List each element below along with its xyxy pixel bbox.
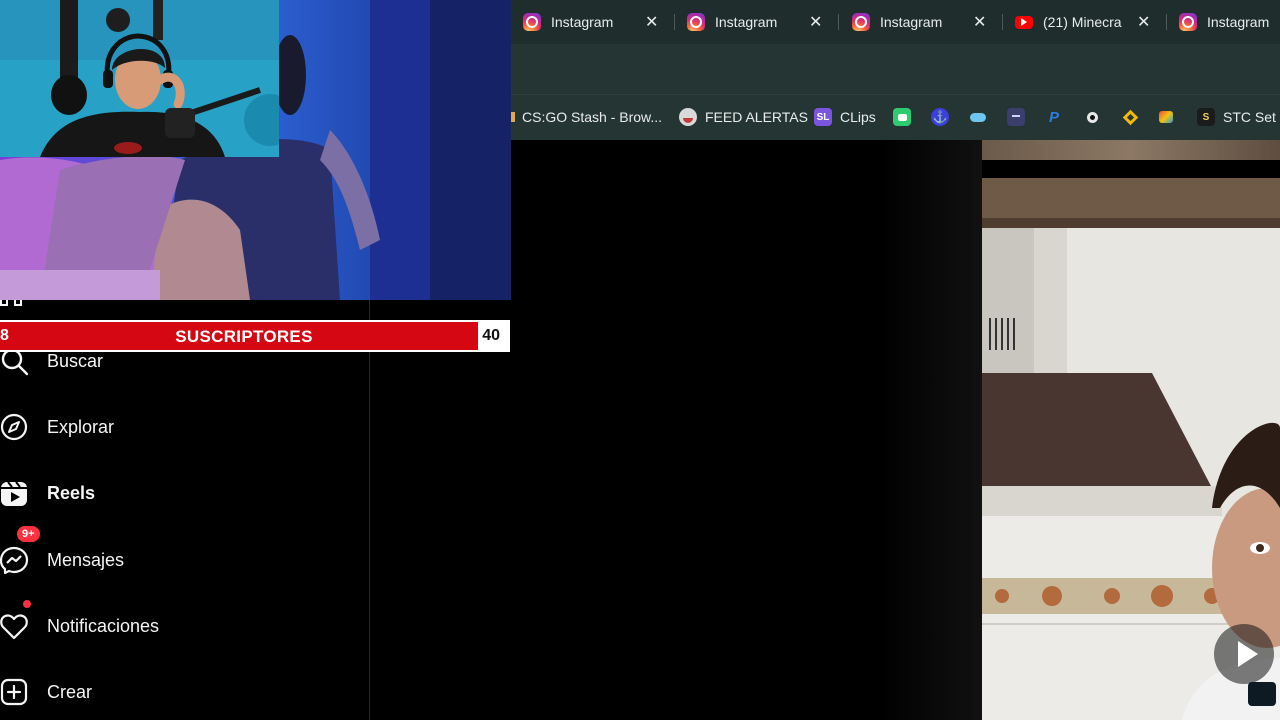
csgo-stash-icon [511, 112, 515, 122]
tab-separator [838, 14, 839, 30]
subscriber-goal-label: SUSCRIPTORES [175, 327, 313, 346]
bookmark-anchor-icon: ⚓ [931, 108, 949, 126]
bookmark-csgo-stash[interactable]: CS:GO Stash - Brow... [511, 95, 662, 139]
bookmark-circle[interactable] [1083, 95, 1109, 139]
bookmark-green-icon [893, 108, 911, 126]
tab-title: Instagram [1207, 14, 1270, 30]
sidebar-item-label: Crear [47, 681, 93, 702]
browser-tab-strip: Instagram ✕ Instagram ✕ Instagram ✕ (21)… [511, 0, 1280, 44]
instagram-icon [1179, 13, 1197, 31]
bookmark-green[interactable] [893, 95, 919, 139]
feed-alertas-icon [679, 108, 697, 126]
bookmark-feed-alertas[interactable]: FEED ALERTAS [679, 95, 808, 139]
previous-reel-edge[interactable] [982, 140, 1280, 160]
tab-title: Instagram [880, 14, 943, 30]
bookmark-paypal[interactable]: P [1045, 95, 1071, 139]
sidebar-item-crear[interactable]: Crear [0, 672, 200, 712]
notification-dot [23, 600, 31, 608]
paypal-icon: P [1048, 108, 1059, 126]
bookmark-cloud[interactable] [969, 95, 995, 139]
subscriber-count-goal: 40 [482, 327, 500, 344]
sidebar-item-label: Notificaciones [47, 615, 160, 636]
sidebar-item-label: Reels [47, 482, 96, 503]
tab-close-icon[interactable]: ✕ [973, 12, 986, 32]
instagram-icon [852, 13, 870, 31]
binance-icon [1121, 108, 1139, 126]
bookmark-cloud-icon [969, 108, 987, 126]
subscriber-goal-end: 40 [478, 322, 508, 350]
tab-separator [1166, 14, 1167, 30]
sidebar-item-mensajes[interactable]: 9+ Mensajes [0, 526, 200, 580]
tab-separator [674, 14, 675, 30]
sidebar-item-label: Explorar [47, 416, 115, 437]
browser-tab[interactable]: (21) Minecra [1015, 0, 1135, 44]
bookmark-label: CS:GO Stash - Brow... [522, 109, 663, 125]
reels-icon [1, 481, 27, 506]
reel-video[interactable] [982, 178, 1280, 720]
sidebar-item-notificaciones[interactable]: Notificaciones [0, 600, 200, 646]
tab-close-icon[interactable]: ✕ [645, 12, 658, 32]
sidebar-item-label: Mensajes [47, 549, 125, 570]
bookmark-circle-icon [1083, 108, 1101, 126]
sidebar-item-explorar[interactable]: Explorar [0, 407, 200, 447]
tab-close-icon[interactable]: ✕ [1137, 12, 1150, 32]
play-button[interactable] [1214, 624, 1274, 684]
sidebar-divider [369, 300, 370, 720]
bookmark-label: STC Set P [1223, 109, 1280, 125]
browser-tab[interactable]: Instagram [1179, 0, 1280, 44]
bookmarks-bar: CS:GO Stash - Brow... FEED ALERTAS SL CL… [511, 94, 1280, 140]
instagram-icon [523, 13, 541, 31]
screen: Instagram ✕ Instagram ✕ Instagram ✕ (21)… [0, 0, 1280, 720]
streamer-webcam [0, 0, 279, 157]
play-icon [1238, 641, 1258, 667]
message-count-badge: 9+ [17, 526, 40, 542]
bookmark-colors[interactable] [1159, 95, 1181, 139]
tab-title: (21) Minecra [1043, 14, 1122, 30]
bookmark-label: CLips [840, 109, 876, 125]
compass-icon [0, 413, 28, 441]
bookmark-label: FEED ALERTAS [705, 109, 808, 125]
sidebar-item-reels[interactable]: Reels [0, 473, 200, 513]
address-bar[interactable] [511, 44, 1280, 94]
tab-title: Instagram [715, 14, 778, 30]
heart-icon [0, 614, 28, 640]
webcam-scene [0, 0, 279, 157]
instagram-icon [687, 13, 705, 31]
sl-clips-icon: SL [814, 108, 832, 126]
stc-icon: S [1197, 108, 1215, 126]
tab-title: Instagram [551, 14, 614, 30]
bookmark-colors-icon [1159, 111, 1173, 123]
bookmark-binance[interactable] [1121, 95, 1147, 139]
tab-close-icon[interactable]: ✕ [809, 12, 822, 32]
messenger-icon [0, 546, 29, 575]
plus-square-icon [0, 678, 28, 706]
subscriber-goal-bar: 8 SUSCRIPTORES 40 [0, 320, 510, 352]
channel-watermark [1248, 682, 1276, 706]
sidebar-item-label: Buscar [47, 350, 104, 371]
reel-side-shadow [880, 140, 982, 720]
partial-icon [0, 300, 30, 308]
bookmark-anchor[interactable]: ⚓ [931, 95, 957, 139]
bookmark-clips[interactable]: SL CLips [814, 95, 876, 139]
youtube-icon [1015, 15, 1033, 29]
bookmark-bot[interactable] [1007, 95, 1033, 139]
bookmark-stc[interactable]: S STC Set P [1197, 95, 1280, 139]
tab-separator [1002, 14, 1003, 30]
bookmark-bot-icon [1007, 108, 1025, 126]
